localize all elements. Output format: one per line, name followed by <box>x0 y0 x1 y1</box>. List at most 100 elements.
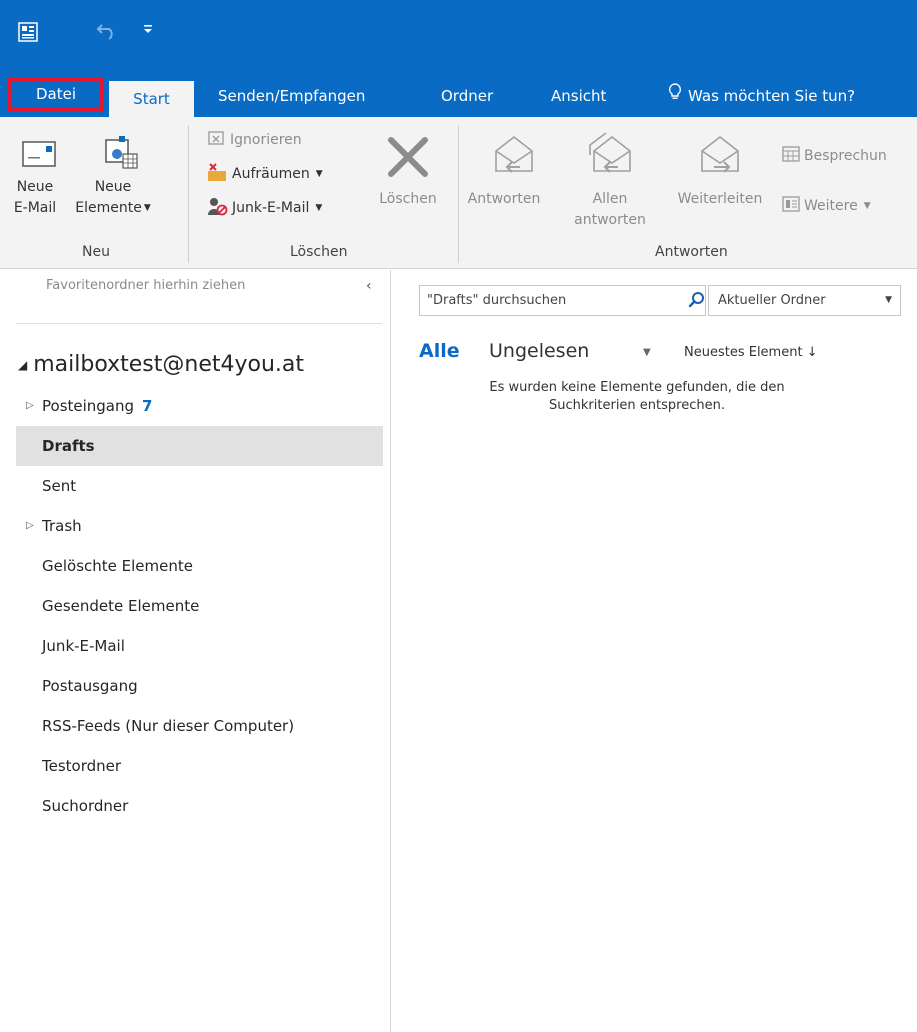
new-email-button[interactable]: Neue E-Mail <box>0 129 70 229</box>
folder-item-deleted-items[interactable]: Gelöschte Elemente <box>16 546 383 586</box>
delete-label: Löschen <box>379 191 437 207</box>
new-items-button[interactable]: Neue Elemente ▼ <box>70 129 156 229</box>
tab-send-receive[interactable]: Senden/Empfangen <box>218 81 365 117</box>
folder-item-outbox[interactable]: Postausgang <box>16 666 383 706</box>
new-items-label-2: Elemente <box>75 200 142 216</box>
tab-folder[interactable]: Ordner <box>441 81 493 117</box>
folder-item-search-folders[interactable]: Suchordner <box>16 786 383 826</box>
tab-start[interactable]: Start <box>109 81 194 117</box>
ribbon-tabs: Datei Start Senden/Empfangen Ordner Ansi… <box>0 64 917 117</box>
chevron-down-icon: ▼ <box>885 295 892 305</box>
filter-dropdown-icon[interactable]: ▼ <box>643 347 651 358</box>
customize-quick-access-icon[interactable] <box>142 22 154 36</box>
folder-item-testordner[interactable]: Testordner <box>16 746 383 786</box>
folder-label: Gelöschte Elemente <box>42 557 193 575</box>
tab-view[interactable]: Ansicht <box>551 81 606 117</box>
search-scope-label: Aktueller Ordner <box>718 293 826 308</box>
group-label-respond: Antworten <box>655 244 728 260</box>
account-node[interactable]: ◢ mailboxtest@net4you.at <box>18 352 304 377</box>
cleanup-button[interactable]: Aufräumen ▼ <box>206 161 323 187</box>
account-name: mailboxtest@net4you.at <box>33 352 305 377</box>
search-icon[interactable] <box>688 291 706 313</box>
folder-item-junk[interactable]: Junk-E-Mail <box>16 626 383 666</box>
more-respond-icon <box>782 195 800 217</box>
folder-item-posteingang[interactable]: ▷ Posteingang 7 <box>16 386 383 426</box>
folder-label: Trash <box>42 517 82 535</box>
message-list-pane: Aktueller Ordner ▼ Alle Ungelesen ▼ Neue… <box>392 270 917 1032</box>
meeting-button[interactable]: Besprechun <box>782 145 887 167</box>
folder-label: Testordner <box>42 757 122 775</box>
expand-triangle-icon: ▷ <box>26 400 34 411</box>
tell-me-box[interactable]: Was möchten Sie tun? <box>668 81 855 111</box>
envelope-icon <box>22 141 56 171</box>
new-items-label-1: Neue <box>94 179 132 195</box>
folder-label: Sent <box>42 477 77 495</box>
folder-item-sent-items[interactable]: Gesendete Elemente <box>16 586 383 626</box>
collapse-pane-button[interactable]: ‹ <box>366 278 372 294</box>
collapse-triangle-icon: ◢ <box>18 357 28 372</box>
reply-button[interactable]: Antworten <box>464 131 562 231</box>
search-input[interactable] <box>420 286 670 315</box>
folder-label: Suchordner <box>42 797 129 815</box>
reply-all-button[interactable]: Allen antworten <box>566 131 654 241</box>
forward-button[interactable]: Weiterleiten <box>668 131 772 231</box>
folder-label: Postausgang <box>42 677 138 695</box>
reply-label: Antworten <box>467 191 541 207</box>
group-label-delete: Löschen <box>290 244 348 260</box>
folder-item-rss-feeds[interactable]: RSS-Feeds (Nur dieser Computer) <box>16 706 383 746</box>
new-email-label-1: Neue <box>16 179 54 195</box>
reply-icon <box>492 131 536 181</box>
title-bar <box>0 0 917 64</box>
meeting-label: Besprechun <box>804 148 887 164</box>
cleanup-dropdown-icon: ▼ <box>315 169 323 179</box>
group-divider <box>458 125 459 263</box>
favorites-hint: Favoritenordner hierhin ziehen <box>46 278 246 293</box>
group-divider <box>188 125 189 263</box>
tell-me-label: Was möchten Sie tun? <box>688 87 856 105</box>
lightbulb-icon <box>668 81 682 111</box>
new-items-dropdown-icon: ▼ <box>143 203 151 213</box>
reply-all-label-1: Allen <box>592 191 628 207</box>
ignore-label: Ignorieren <box>230 132 302 148</box>
tab-file[interactable]: Datei <box>8 77 104 111</box>
filter-unread-tab[interactable]: Ungelesen <box>489 340 589 362</box>
favorites-divider <box>16 323 382 324</box>
folder-item-drafts[interactable]: Drafts <box>16 426 383 466</box>
expand-triangle-icon: ▷ <box>26 520 34 531</box>
junk-label: Junk-E-Mail <box>232 200 310 216</box>
empty-message-line-2: Suchkriterien entsprechen. <box>549 398 725 413</box>
cleanup-icon <box>206 161 228 187</box>
new-items-icon <box>105 134 139 174</box>
outlook-app-icon[interactable] <box>18 22 38 42</box>
empty-list-message: Es wurden keine Elemente gefunden, die d… <box>422 379 852 415</box>
filter-all-tab[interactable]: Alle <box>419 340 460 362</box>
delete-button[interactable]: Löschen <box>366 131 450 221</box>
unread-count-badge: 7 <box>142 397 153 415</box>
search-scope-dropdown[interactable]: Aktueller Ordner ▼ <box>708 285 901 316</box>
undo-icon[interactable] <box>96 22 118 40</box>
empty-message-line-1: Es wurden keine Elemente gefunden, die d… <box>489 380 785 395</box>
group-label-new: Neu <box>82 244 110 260</box>
forward-icon <box>698 131 742 181</box>
more-respond-dropdown-icon: ▼ <box>863 201 871 211</box>
folder-label: Gesendete Elemente <box>42 597 200 615</box>
ignore-icon <box>206 129 226 151</box>
more-respond-button[interactable]: Weitere ▼ <box>782 195 871 217</box>
reply-all-label-2: antworten <box>574 212 646 228</box>
more-respond-label: Weitere <box>804 198 858 214</box>
delete-x-icon <box>386 135 430 183</box>
junk-button[interactable]: Junk-E-Mail ▼ <box>206 195 322 221</box>
folder-label: Posteingang <box>42 397 135 415</box>
search-box <box>419 285 706 316</box>
folder-label: Junk-E-Mail <box>42 637 125 655</box>
reply-all-icon <box>586 131 634 181</box>
ribbon: Neue E-Mail Neue Elemente ▼ Neu Ignoriere… <box>0 117 917 269</box>
new-email-label-2: E-Mail <box>13 200 57 216</box>
folder-item-sent[interactable]: Sent <box>16 466 383 506</box>
sort-order-button[interactable]: Neuestes Element ↓ <box>684 345 818 360</box>
folder-pane: Favoritenordner hierhin ziehen ‹ ◢ mailb… <box>0 270 391 1032</box>
cleanup-label: Aufräumen <box>232 166 310 182</box>
junk-icon <box>206 195 228 221</box>
ignore-button[interactable]: Ignorieren <box>206 129 302 151</box>
folder-item-trash[interactable]: ▷ Trash <box>16 506 383 546</box>
